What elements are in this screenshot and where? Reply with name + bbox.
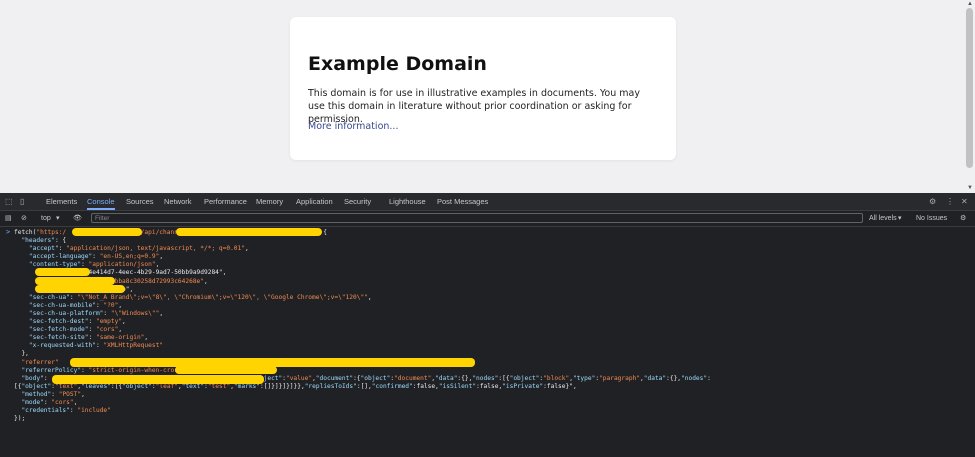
redaction-mark <box>35 277 115 285</box>
console-toolbar: ▤ ⊘ top ▾ 👁 Filter All levels ▾ No Issue… <box>0 211 975 227</box>
devtools-tabbar: ⬚ ▯ Elements Console Sources Network Per… <box>0 193 975 211</box>
console-line: "edefc43babba8c30258d72993c64268e", <box>77 277 208 285</box>
clear-console-icon[interactable]: ⊘ <box>21 211 27 226</box>
web-page: Example Domain This domain is for use in… <box>0 0 975 193</box>
redaction-mark <box>35 268 90 276</box>
tab-sources[interactable]: Sources <box>126 193 154 210</box>
tab-post-messages[interactable]: Post Messages <box>437 193 488 210</box>
redaction-mark <box>175 366 277 374</box>
chevron-down-icon[interactable]: ▾ <box>56 211 60 226</box>
page-title: Example Domain <box>308 53 487 75</box>
levels-chevron-icon[interactable]: ▾ <box>898 211 902 226</box>
console-line: "x-requested-with": "XMLHttpRequest" <box>28 342 164 350</box>
device-toolbar-icon[interactable]: ▯ <box>20 193 24 210</box>
page-scrollbar[interactable]: ▲ ▼ <box>964 0 975 193</box>
console-settings-icon[interactable]: ⚙ <box>960 211 966 226</box>
console-line: "mode": "cors", <box>21 398 78 406</box>
redaction-mark <box>176 228 322 236</box>
console-line: }); <box>14 415 26 423</box>
close-icon[interactable]: ✕ <box>961 193 968 210</box>
redaction-mark <box>72 228 142 236</box>
settings-gear-icon[interactable]: ⚙ <box>929 193 936 210</box>
tab-application[interactable]: Application <box>296 193 333 210</box>
console-line: "sec-ch-ua-platform": "\"Windows\"", <box>28 309 164 317</box>
tab-network[interactable]: Network <box>164 193 192 210</box>
console-line: "content-type": "application/json", <box>28 261 160 269</box>
console-line: "sec-ch-ua": "\"Not_A Brand\";v=\"8\", \… <box>28 293 372 301</box>
log-levels-dropdown[interactable]: All levels <box>869 211 897 226</box>
tab-memory[interactable]: Memory <box>256 193 283 210</box>
devtools-panel: ⬚ ▯ Elements Console Sources Network Per… <box>0 193 975 457</box>
console-line: "accept": "application/json, text/javasc… <box>28 245 249 253</box>
scrollbar-thumb[interactable] <box>966 8 973 168</box>
more-options-icon[interactable]: ⋮ <box>946 193 954 210</box>
console-line: "sec-fetch-dest": "empty", <box>28 318 126 326</box>
eye-icon[interactable]: 👁 <box>73 211 82 226</box>
tab-elements[interactable]: Elements <box>46 193 77 210</box>
tab-console[interactable]: Console <box>87 193 115 210</box>
scroll-up-icon[interactable]: ▲ <box>967 1 973 7</box>
console-output[interactable]: fetch("https:/ /api/channels/ messages",… <box>14 229 974 423</box>
console-line: fetch("https:/ /api/channels/ messages",… <box>14 229 327 236</box>
tab-lighthouse[interactable]: Lighthouse <box>389 193 426 210</box>
inspect-element-icon[interactable]: ⬚ <box>5 193 13 210</box>
tab-performance[interactable]: Performance <box>204 193 247 210</box>
console-line: "accept-language": "en-US,en;q=0.9", <box>28 253 164 261</box>
redaction-mark <box>35 285 125 293</box>
console-line: m": "desktop", <box>14 286 974 294</box>
console-line: d": "34e414d7-4eec-4b29-9ad7-50bb9a9d928… <box>66 269 227 277</box>
redaction-mark <box>52 375 264 384</box>
console-line: "sec-fetch-site": "same-origin", <box>28 334 149 342</box>
console-line: "credentials": "include" <box>21 407 111 415</box>
more-information-link[interactable]: More information... <box>308 121 398 132</box>
scroll-down-icon[interactable]: ▼ <box>967 185 973 191</box>
console-line: "referrerPolicy": "strict-origin-when-cr… <box>21 366 215 374</box>
filter-input[interactable]: Filter <box>91 213 863 223</box>
context-selector[interactable]: top <box>41 211 51 226</box>
console-line: "sec-ch-ua-mobile": "?0", <box>28 301 123 309</box>
console-line: "sec-fetch-mode": "cors", <box>28 326 123 334</box>
sidebar-toggle-icon[interactable]: ▤ <box>5 211 12 226</box>
tab-security[interactable]: Security <box>344 193 371 210</box>
console-line: "method": "POST", <box>21 390 85 398</box>
console-line: "headers": { <box>21 237 67 245</box>
content-card: Example Domain This domain is for use in… <box>290 17 676 160</box>
console-prompt: > <box>6 228 11 236</box>
issues-counter[interactable]: No Issues <box>916 211 947 226</box>
